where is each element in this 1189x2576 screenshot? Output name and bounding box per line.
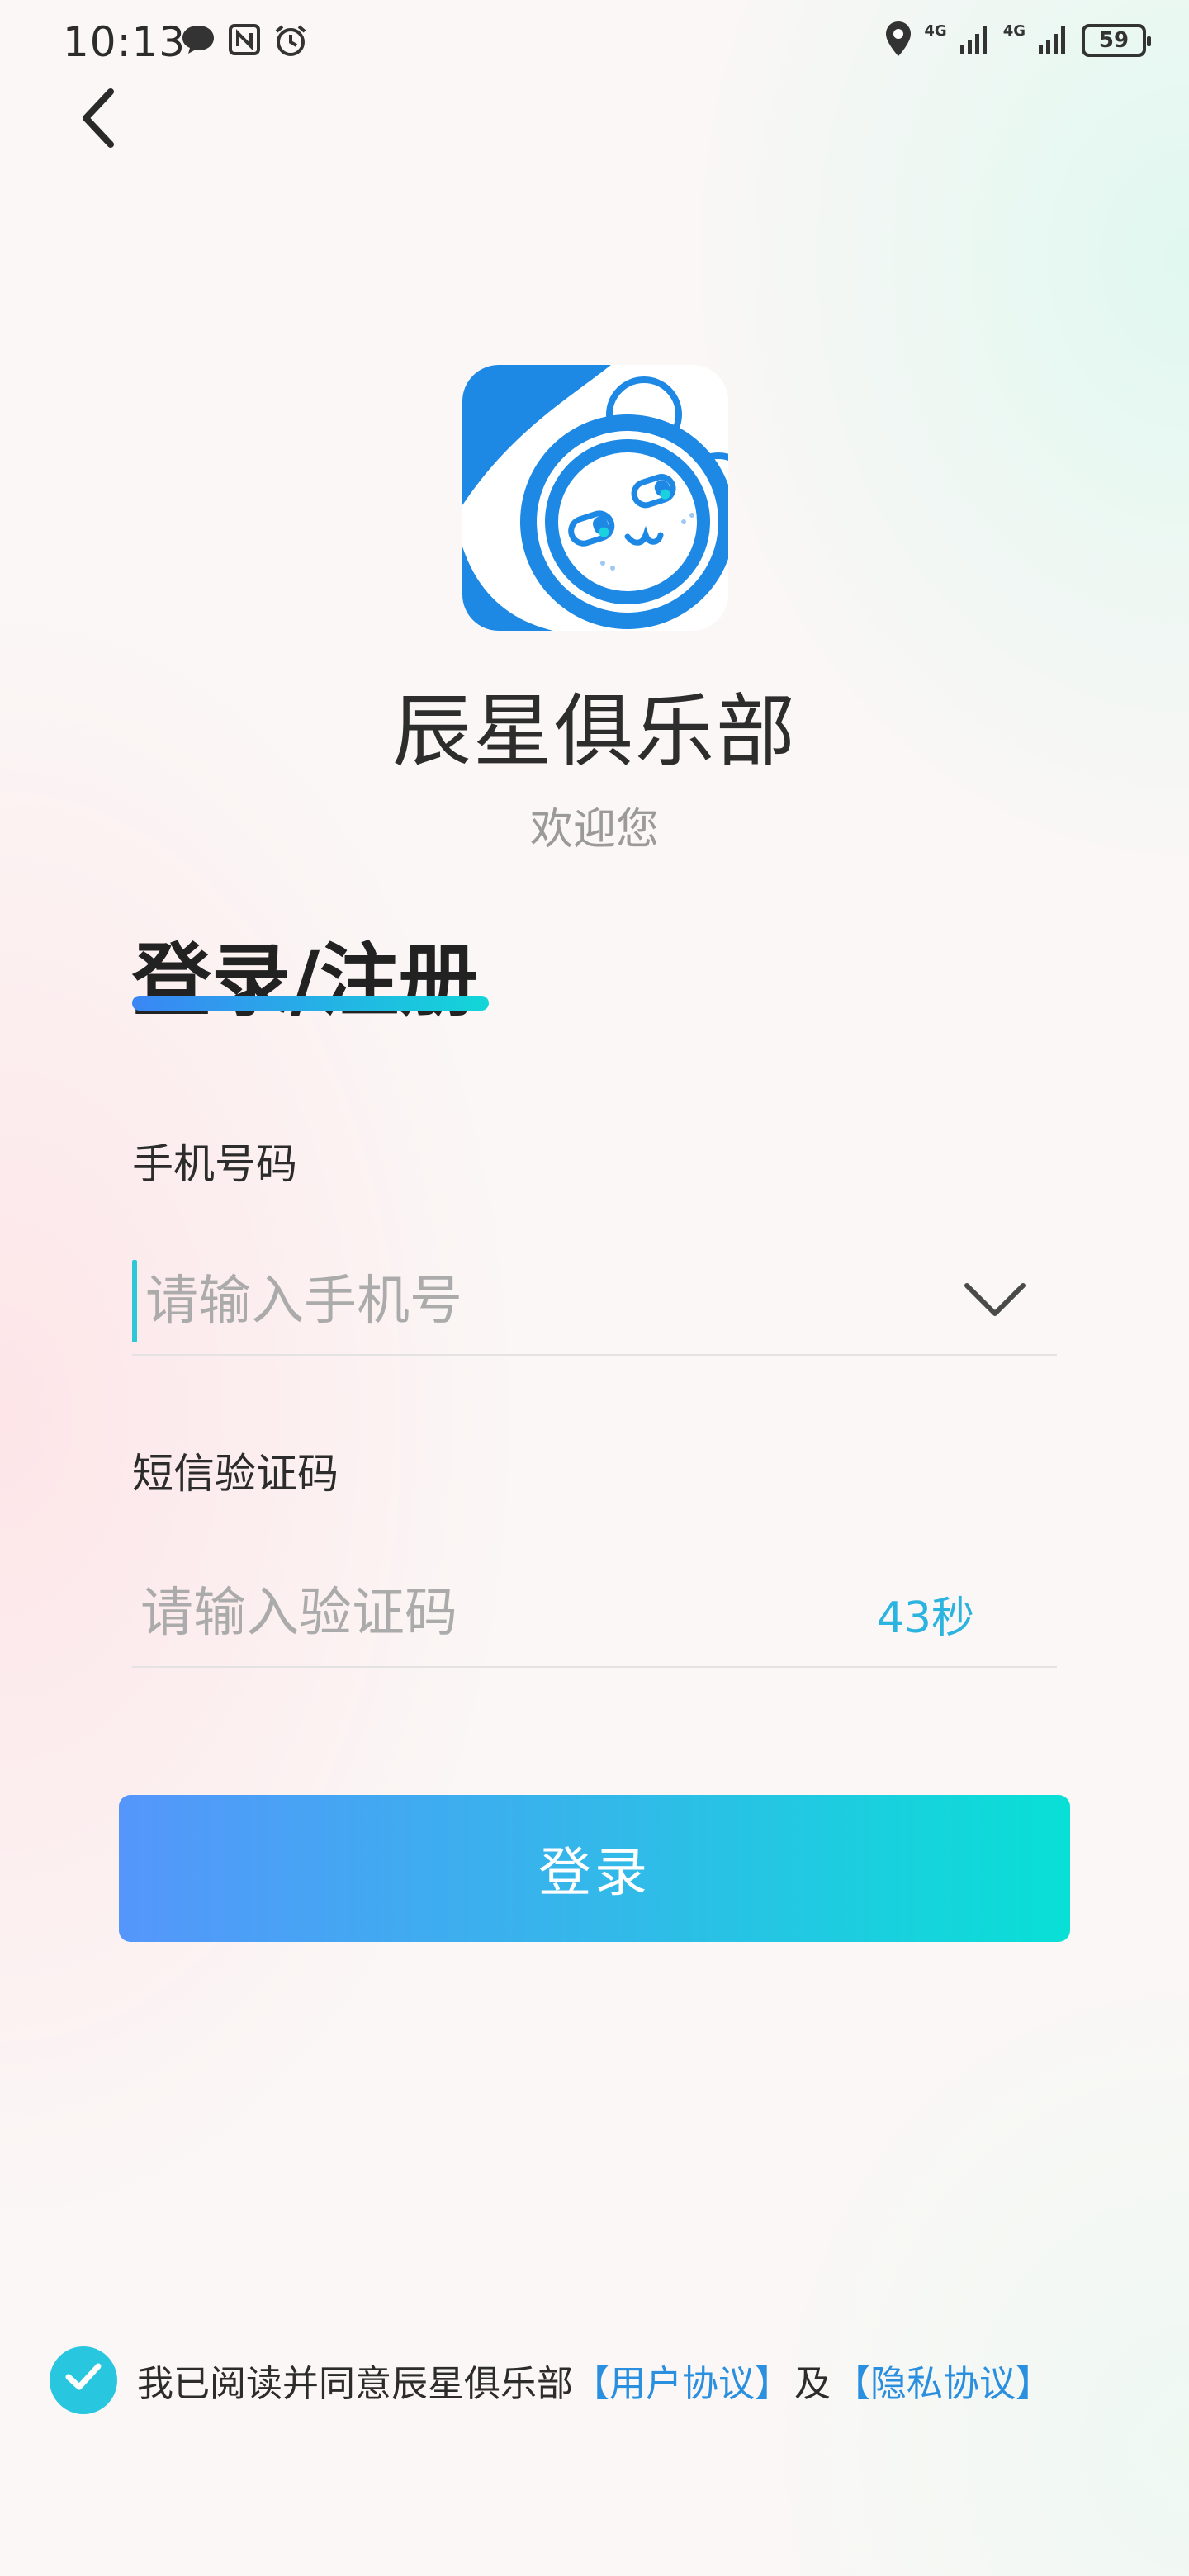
network-label-2: 4G: [1002, 21, 1026, 40]
app-name: 辰星俱乐部: [392, 685, 797, 778]
privacy-agreement-link[interactable]: 【隐私协议】: [834, 2354, 1052, 2407]
app-logo: [462, 365, 728, 631]
phone-history-dropdown[interactable]: [950, 1248, 1040, 1354]
location-icon: [884, 20, 912, 61]
code-field: 43秒: [132, 1560, 1057, 1668]
chevron-left-icon: [76, 85, 119, 154]
message-icon: [180, 23, 216, 61]
phone-input[interactable]: [137, 1248, 950, 1354]
resend-countdown: 43秒: [876, 1593, 974, 1643]
signal-icon: [1037, 22, 1070, 59]
nfc-icon: [228, 23, 261, 61]
code-label: 短信验证码: [132, 1450, 339, 1498]
phone-label: 手机号码: [132, 1140, 297, 1188]
status-bar: 10:13 4G 4G 59: [0, 0, 1189, 83]
agreement-checkbox[interactable]: [50, 2346, 117, 2414]
agreement-row: 我已阅读并同意辰星俱乐部 【用户协议】 及 【隐私协议】: [50, 2343, 1052, 2417]
login-button[interactable]: 登录: [119, 1795, 1070, 1942]
status-time: 10:13: [63, 18, 187, 66]
code-input[interactable]: [132, 1560, 877, 1666]
status-left-icons: [180, 23, 309, 61]
status-right-icons: 4G 4G 59: [884, 20, 1151, 61]
title-underline: [132, 996, 489, 1011]
alarm-icon: [272, 23, 309, 61]
agreement-and: 及: [794, 2363, 831, 2405]
check-icon: [63, 2360, 104, 2402]
back-button[interactable]: [76, 83, 129, 157]
form-title: 登录/注册: [132, 935, 479, 1027]
phone-field: [132, 1248, 1057, 1356]
welcome-text: 欢迎您: [529, 805, 659, 855]
agreement-text: 我已阅读并同意辰星俱乐部: [137, 2363, 573, 2405]
chevron-down-icon: [962, 1279, 1028, 1324]
user-agreement-link[interactable]: 【用户协议】: [573, 2354, 791, 2407]
battery-icon: 59: [1082, 24, 1151, 57]
signal-icon: [959, 22, 992, 59]
network-label-1: 4G: [924, 21, 947, 40]
